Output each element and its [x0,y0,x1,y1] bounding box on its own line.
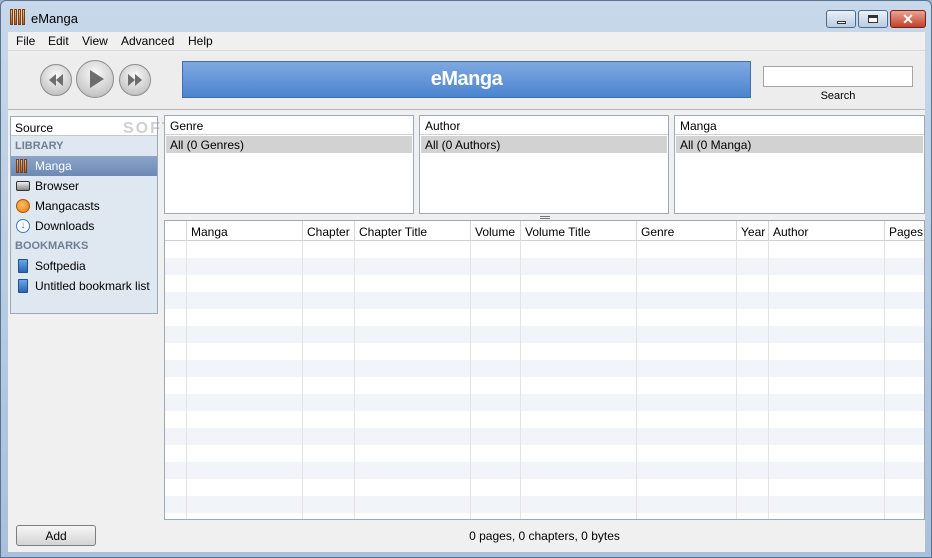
source-item-label: Manga [35,159,72,173]
close-icon: ✕ [902,11,914,27]
library-group-label: LIBRARY [15,140,64,152]
column-header-year[interactable]: Year [736,221,768,241]
source-item-label: Mangacasts [35,199,100,213]
previous-button[interactable] [40,64,72,96]
play-button[interactable] [76,60,114,98]
manga-row-all[interactable]: All (0 Manga) [676,136,923,153]
source-item-untitled-bookmark-list[interactable]: Untitled bookmark list [11,276,157,296]
column-header-volume-title[interactable]: Volume Title [520,221,636,241]
source-list: Source LIBRARY Manga Browser Mangacasts … [10,116,158,314]
bookmark-icon [18,259,28,273]
bookmark-icon [18,279,28,293]
manga-header[interactable]: Manga [675,116,924,135]
column-header-author[interactable]: Author [768,221,884,241]
close-button[interactable]: ✕ [890,10,926,28]
bookmarks-group-label: BOOKMARKS [15,240,89,252]
column-header-chapter[interactable]: Chapter [302,221,354,241]
status-display: eManga [182,61,751,98]
minimize-button[interactable] [826,10,856,28]
search-label: Search [820,90,856,102]
source-item-manga[interactable]: Manga [11,156,157,176]
menu-advanced[interactable]: Advanced [121,34,174,48]
rss-icon [16,199,30,213]
source-header: Source [11,117,157,136]
genre-header[interactable]: Genre [165,116,413,135]
menu-bar: File Edit View Advanced Help [8,32,925,51]
window-title: eManga [31,11,78,26]
column-divider [884,241,885,519]
search-input[interactable] [763,66,913,87]
column-divider [302,241,303,519]
manga-icon [16,159,30,173]
source-item-label: Softpedia [35,259,86,273]
browser-icon [16,181,30,191]
author-header[interactable]: Author [420,116,668,135]
column-header-manga[interactable]: Manga [186,221,302,241]
rewind-icon [49,74,63,86]
table-body[interactable] [165,241,924,519]
manga-list: Manga All (0 Manga) [674,115,925,214]
download-icon: ↓ [16,219,30,233]
app-icon [10,9,26,25]
genre-list: Genre All (0 Genres) [164,115,414,214]
menu-help[interactable]: Help [188,34,213,48]
author-list: Author All (0 Authors) [419,115,669,214]
column-divider [736,241,737,519]
menu-edit[interactable]: Edit [48,34,69,48]
source-item-label: Untitled bookmark list [35,279,150,293]
minimize-icon [836,20,846,24]
column-divider [470,241,471,519]
chapter-table: Manga Chapter Chapter Title Volume Volum… [164,220,925,520]
column-divider [186,241,187,519]
author-row-all[interactable]: All (0 Authors) [421,136,667,153]
column-divider [520,241,521,519]
menu-file[interactable]: File [16,34,35,48]
status-text: 0 pages, 0 chapters, 0 bytes [469,529,620,543]
column-header-chapter-title[interactable]: Chapter Title [354,221,470,241]
column-header-status[interactable] [165,221,186,241]
source-item-browser[interactable]: Browser [11,176,157,196]
genre-row-all[interactable]: All (0 Genres) [166,136,412,153]
application-window: eManga ✕ File Edit View Advanced Help eM… [0,0,932,558]
add-button[interactable]: Add [16,525,96,546]
column-header-volume[interactable]: Volume [470,221,520,241]
column-header-genre[interactable]: Genre [636,221,736,241]
source-item-label: Browser [35,179,80,193]
maximize-button[interactable] [858,10,888,28]
splitter-handle[interactable] [540,216,550,219]
column-divider [636,241,637,519]
title-bar[interactable]: eManga ✕ [1,1,931,32]
client-area: File Edit View Advanced Help eManga Sear… [8,32,925,552]
source-item-downloads[interactable]: ↓ Downloads [11,216,157,236]
next-button[interactable] [119,64,151,96]
source-item-softpedia[interactable]: Softpedia [11,256,157,276]
toolbar: eManga Search [8,52,925,110]
maximize-icon [868,15,878,23]
fast-forward-icon [128,74,142,86]
menu-view[interactable]: View [82,34,108,48]
column-divider [768,241,769,519]
column-header-pages[interactable]: Pages [884,221,924,241]
column-divider [354,241,355,519]
table-header: Manga Chapter Chapter Title Volume Volum… [165,221,924,241]
source-item-label: Downloads [35,219,95,233]
play-icon [90,70,104,88]
source-item-mangacasts[interactable]: Mangacasts [11,196,157,216]
